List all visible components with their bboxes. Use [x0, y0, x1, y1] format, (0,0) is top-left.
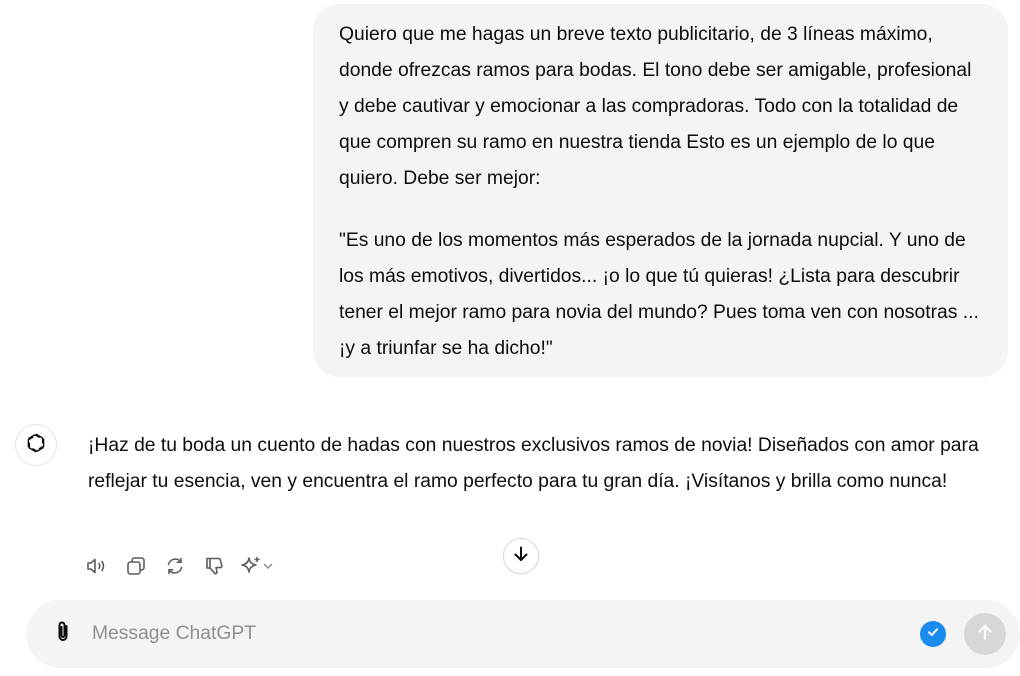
- thumbs-down-icon: [203, 555, 225, 577]
- send-button[interactable]: [964, 613, 1006, 655]
- attach-file-button[interactable]: [48, 619, 78, 649]
- regenerate-button[interactable]: [162, 553, 188, 579]
- message-actions-bar: [84, 553, 291, 579]
- check-circle-icon: [926, 625, 940, 644]
- assistant-avatar: [15, 424, 57, 466]
- copy-icon: [125, 555, 147, 577]
- openai-logo-icon: [24, 431, 48, 460]
- user-message-paragraph: Quiero que me hagas un breve texto publi…: [339, 24, 972, 189]
- read-aloud-icon: [85, 555, 109, 577]
- arrow-up-icon: [975, 622, 995, 647]
- message-input[interactable]: [92, 617, 872, 651]
- assistant-message-text: ¡Haz de tu boda un cuento de hadas con n…: [88, 435, 979, 492]
- scroll-to-bottom-button[interactable]: [503, 538, 539, 574]
- read-aloud-button[interactable]: [84, 553, 110, 579]
- sparkle-model-icon: [240, 555, 262, 577]
- user-message-bubble: Quiero que me hagas un breve texto publi…: [313, 4, 1008, 377]
- user-message-paragraph: "Es uno de los momentos más esperados de…: [339, 230, 979, 359]
- message-composer: [26, 600, 1020, 668]
- copy-button[interactable]: [123, 553, 149, 579]
- switch-model-button[interactable]: [240, 553, 278, 579]
- bad-response-button[interactable]: [201, 553, 227, 579]
- arrow-down-icon: [511, 544, 531, 569]
- chevron-down-icon: [262, 560, 274, 572]
- grammar-check-status[interactable]: [920, 621, 946, 647]
- regenerate-icon: [164, 555, 186, 577]
- paperclip-icon: [51, 619, 75, 650]
